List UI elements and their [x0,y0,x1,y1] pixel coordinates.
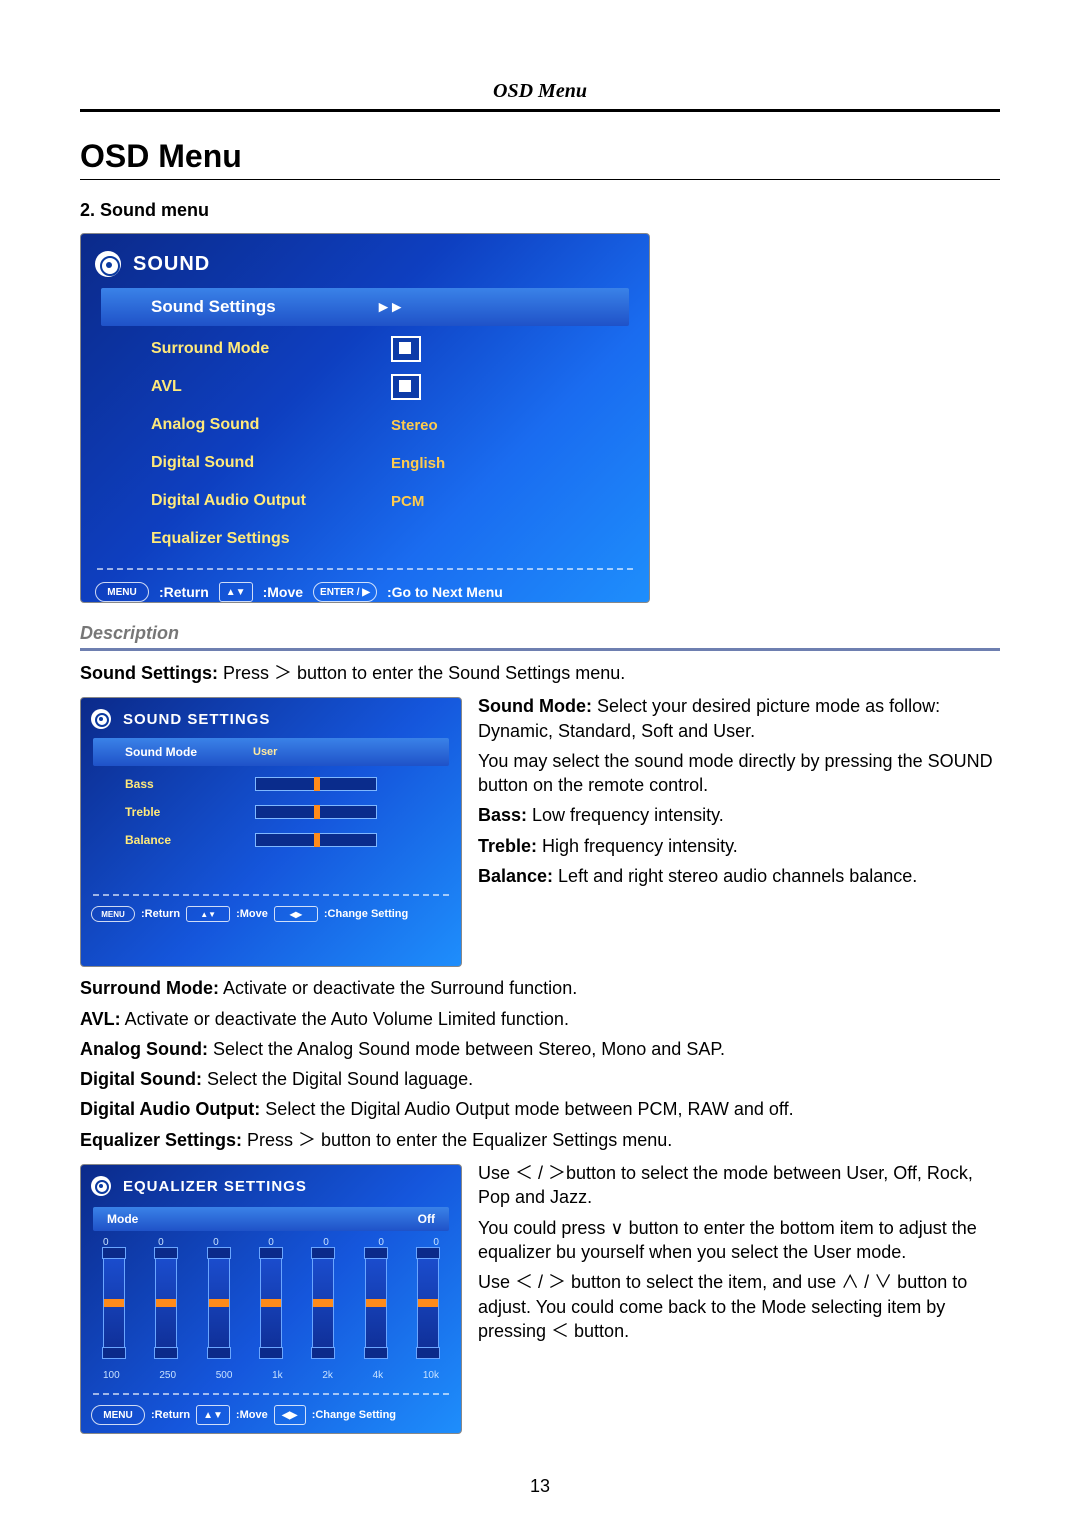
eq-sliders [81,1248,461,1362]
eq-band-freq: 4k [373,1370,384,1381]
page-number: 13 [0,1476,1080,1497]
description-divider [80,648,1000,651]
description-line: You may select the sound mode directly b… [478,749,1000,798]
eq-mode-label: Mode [107,1212,418,1226]
lr-key-icon: ◀▶ [274,906,318,922]
slider-icon [255,805,377,819]
eq-frequencies: 100 250 500 1k 2k 4k 10k [81,1362,461,1381]
sound-row-label: AVL [151,378,391,396]
sound-row-value: ▸ ▸ [379,297,401,317]
target-icon [95,251,121,277]
eq-mode-value: Off [418,1212,435,1226]
osd-footer: MENU :Return ▲▼ :Move ◀▶ :Change Setting [81,1395,461,1425]
description-line: Use ＜ / ＞button to select the mode betwe… [478,1161,1000,1210]
sound-settings-intro: Sound Settings: Press ＞ button to enter … [80,661,1000,685]
eq-band-slider [155,1252,177,1354]
eq-band-freq: 500 [216,1370,233,1381]
section-heading: 2. Sound menu [80,200,1000,221]
sound-row-label: Analog Sound [151,416,391,434]
menu-key-icon: MENU [95,582,149,602]
description-line: Surround Mode: Activate or deactivate th… [80,976,1000,1000]
description-line: Digital Audio Output: Select the Digital… [80,1097,1000,1121]
description-line: Equalizer Settings: Press ＞ button to en… [80,1128,1000,1152]
lr-key-icon: ◀▶ [274,1405,306,1425]
row-value: User [253,746,277,758]
sound-row: Digital Audio OutputPCM [81,482,649,520]
description-line: Treble: High frequency intensity. [478,834,1000,858]
checkbox-icon [391,374,421,400]
eq-band-slider [417,1252,439,1354]
eq-mode-row: Mode Off [93,1207,449,1231]
osd-footer: MENU :Return ▲▼ :Move ◀▶ :Change Setting [81,896,461,922]
description-line: You could press ∨ button to enter the bo… [478,1216,1000,1265]
osd-footer: MENU :Return ▲▼ :Move ENTER / ▶ :Go to N… [81,570,649,602]
slider-icon [255,833,377,847]
enter-key-icon: ENTER / ▶ [313,582,377,602]
description-line: AVL: Activate or deactivate the Auto Vol… [80,1007,1000,1031]
footer-move: :Move [263,584,303,600]
sound-row-value: Stereo [391,417,438,434]
slider-icon [255,777,377,791]
description-line: Analog Sound: Select the Analog Sound mo… [80,1037,1000,1061]
footer-return: :Return [159,584,209,600]
row-label: Sound Mode [125,745,253,759]
sound-settings-screenshot: SOUND SETTINGS Sound ModeUser Bass Treble B… [80,697,462,967]
description-label: Description [80,623,1000,644]
sound-menu-screenshot: SOUND Sound Settings▸ ▸ Surround Mode AVL A… [80,233,650,603]
menu-key-icon: MENU [91,906,135,922]
page-header: OSD Menu [80,80,1000,103]
sound-row: Analog SoundStereo [81,406,649,444]
sound-row: AVL [81,368,649,406]
eq-band-freq: 1k [272,1370,283,1381]
sound-setting-row: Bass [81,770,461,798]
eq-band-freq: 2k [322,1370,333,1381]
sound-row: Sound Settings▸ ▸ [101,288,629,326]
arrows-key-icon: ▲▼ [186,906,230,922]
arrows-key-icon: ▲▼ [219,582,253,602]
sound-setting-row: Sound ModeUser [93,738,449,766]
sound-row: Equalizer Settings [81,520,649,558]
row-label: Balance [125,833,255,847]
footer-next: :Go to Next Menu [387,584,503,600]
target-icon [91,1176,111,1196]
description-line: Use ＜ / ＞ button to select the item, and… [478,1270,1000,1343]
eq-band-freq: 250 [159,1370,176,1381]
sound-row-label: Sound Settings [151,297,379,317]
description-line: Sound Mode: Select your desired picture … [478,694,1000,743]
equalizer-title: EQUALIZER SETTINGS [123,1178,307,1195]
sound-row-label: Digital Sound [151,454,391,472]
sound-row: Digital SoundEnglish [81,444,649,482]
description-line: Balance: Left and right stereo audio cha… [478,864,1000,888]
sound-row-label: Equalizer Settings [151,530,391,548]
sound-setting-row: Balance [81,826,461,854]
sound-setting-row: Treble [81,798,461,826]
sound-row-label: Digital Audio Output [151,492,391,510]
eq-band-slider [260,1252,282,1354]
sound-row: Surround Mode [81,330,649,368]
eq-band-slider [312,1252,334,1354]
checkbox-icon [391,336,421,362]
sound-row-value: PCM [391,493,424,510]
eq-band-slider [208,1252,230,1354]
sound-menu-title: SOUND [133,253,210,276]
eq-band-slider [103,1252,125,1354]
description-line: Digital Sound: Select the Digital Sound … [80,1067,1000,1091]
sound-row-label: Surround Mode [151,340,391,358]
row-label: Treble [125,805,255,819]
eq-band-slider [365,1252,387,1354]
sound-settings-title: SOUND SETTINGS [123,711,270,728]
header-divider [80,109,1000,112]
title-underline [80,179,1000,180]
row-label: Bass [125,777,255,791]
page-title: OSD Menu [80,138,1000,175]
arrows-key-icon: ▲▼ [196,1405,230,1425]
description-line: Bass: Low frequency intensity. [478,803,1000,827]
menu-key-icon: MENU [91,1405,145,1425]
eq-band-freq: 10k [423,1370,439,1381]
target-icon [91,709,111,729]
equalizer-screenshot: EQUALIZER SETTINGS Mode Off 0000000 1002… [80,1164,462,1434]
eq-band-freq: 100 [103,1370,120,1381]
sound-row-value: English [391,455,445,472]
